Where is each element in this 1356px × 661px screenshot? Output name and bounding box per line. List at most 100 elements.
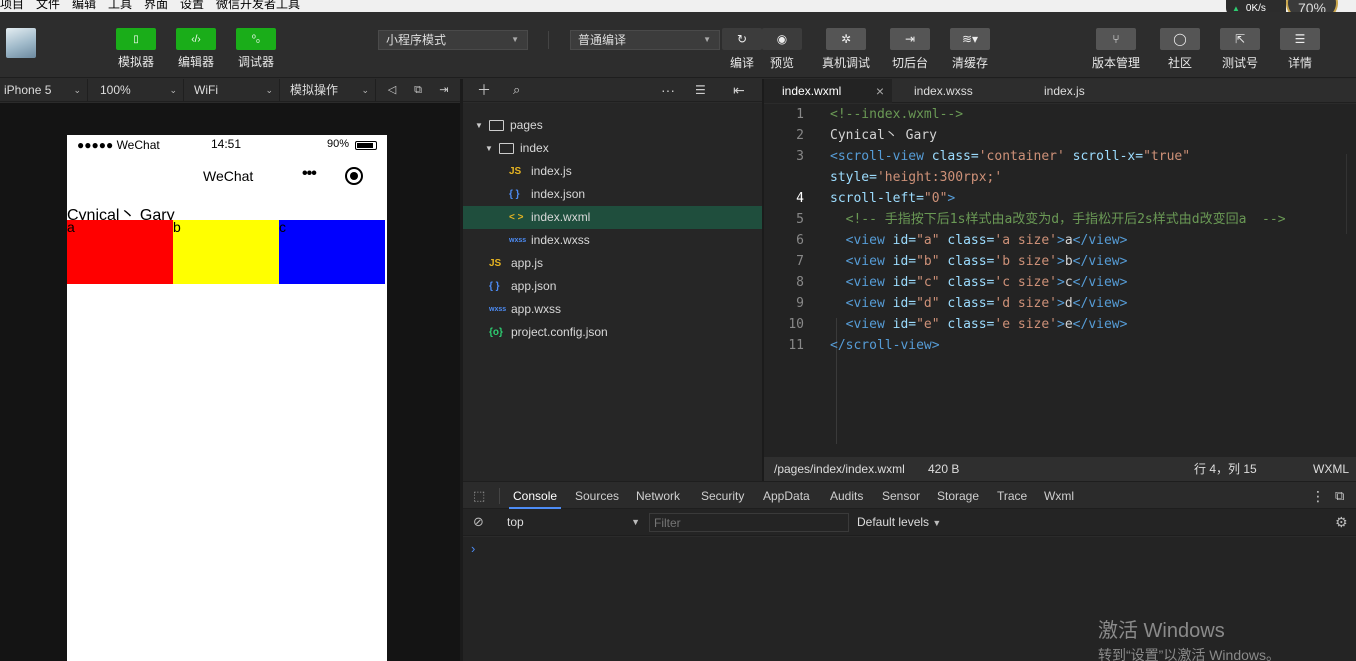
tab-index-js[interactable]: index.js: [1044, 79, 1144, 103]
file-path: /pages/index/index.wxml: [774, 462, 905, 476]
line-number: 4: [796, 191, 804, 206]
view-b[interactable]: b: [173, 220, 279, 284]
test-account-label[interactable]: 测试号: [1222, 54, 1258, 71]
view-a[interactable]: a: [67, 220, 173, 284]
chat-bubble-icon[interactable]: ◯: [1160, 28, 1200, 50]
network-select[interactable]: WiFi ⌄: [190, 79, 280, 102]
console-prompt-icon[interactable]: ›: [471, 541, 475, 556]
tab-index-wxml[interactable]: index.wxml ×: [764, 79, 892, 103]
tree-folder-index[interactable]: ▼ index: [463, 137, 762, 160]
tab-wxml[interactable]: Wxml: [1044, 482, 1074, 509]
menu-edit[interactable]: 编辑: [72, 0, 96, 11]
cursor-position[interactable]: 行 4，列 15: [1194, 457, 1257, 481]
code-editor[interactable]: 1 2 3 4 5 6 7 8 9 10 11 <!--index.wxml--…: [764, 104, 1356, 457]
community-label[interactable]: 社区: [1168, 54, 1192, 71]
menu-icon[interactable]: ☰: [1280, 28, 1320, 50]
simulator-button[interactable]: ▯ 模拟器: [116, 28, 156, 70]
wxml-file-icon: < >: [509, 212, 524, 223]
bug-icon[interactable]: ✲: [826, 28, 866, 50]
more-dots-icon[interactable]: •••: [302, 165, 317, 183]
close-capsule-icon[interactable]: [345, 167, 363, 185]
simulate-operation-select[interactable]: 模拟操作 ⌄: [286, 79, 376, 102]
more-vertical-icon[interactable]: ⋮: [1311, 482, 1325, 509]
phone-icon: ▯: [116, 28, 156, 50]
refresh-icon[interactable]: ↻: [722, 28, 762, 50]
more-icon[interactable]: ···: [661, 79, 675, 102]
gear-icon[interactable]: ⚙: [1335, 514, 1348, 531]
avatar[interactable]: [6, 28, 36, 58]
branch-icon[interactable]: ⑂: [1096, 28, 1136, 50]
remote-debug-label[interactable]: 真机调试: [822, 54, 870, 71]
tree-folder-pages[interactable]: ▼ pages: [463, 114, 762, 137]
background-label[interactable]: 切后台: [892, 54, 928, 71]
tab-network[interactable]: Network: [636, 482, 680, 509]
tab-console[interactable]: Console: [509, 482, 562, 509]
search-icon[interactable]: ⌕: [513, 79, 520, 102]
mode-select[interactable]: 小程序模式 ▼: [378, 30, 528, 50]
scroll-view[interactable]: a b c: [67, 220, 387, 284]
language-mode[interactable]: WXML: [1313, 457, 1349, 481]
tab-audits[interactable]: Audits: [830, 482, 863, 509]
switch-background-icon[interactable]: ⇥: [890, 28, 930, 50]
add-icon[interactable]: ＋: [477, 79, 491, 102]
layers-icon[interactable]: ≋▾: [950, 28, 990, 50]
view-c[interactable]: c: [279, 220, 385, 284]
tab-sources[interactable]: Sources: [575, 482, 619, 509]
code-line: <!--index.wxml-->: [830, 107, 964, 122]
device-select[interactable]: iPhone 5 ⌄: [0, 79, 88, 102]
line-gutter: 1 2 3 4 5 6 7 8 9 10 11: [764, 104, 810, 457]
menu-view[interactable]: 界面: [144, 0, 168, 11]
tree-file[interactable]: wxss app.wxss: [463, 298, 762, 321]
debugger-button[interactable]: ⁰₀ 调试器: [236, 28, 276, 70]
line-number: 1: [796, 107, 804, 122]
line-number: 9: [796, 296, 804, 311]
menu-wechat-devtools[interactable]: 微信开发者工具: [216, 0, 300, 11]
dock-icon[interactable]: ⧉: [1335, 482, 1344, 509]
tree-file[interactable]: JS app.js: [463, 252, 762, 275]
code-line: <view id="b" class='b size'>b</view>: [845, 254, 1128, 269]
tab-index-wxss[interactable]: index.wxss: [912, 79, 1032, 103]
version-label[interactable]: 版本管理: [1092, 54, 1140, 71]
menu-settings[interactable]: 设置: [180, 0, 204, 11]
tree-file[interactable]: {o} project.config.json: [463, 321, 762, 344]
tab-appdata[interactable]: AppData: [763, 482, 810, 509]
tree-file[interactable]: JS index.js: [463, 160, 762, 183]
zoom-select[interactable]: 100% ⌄: [96, 79, 184, 102]
menu-tools[interactable]: 工具: [108, 0, 132, 11]
tab-storage[interactable]: Storage: [937, 482, 979, 509]
tab-sensor[interactable]: Sensor: [882, 482, 920, 509]
explorer-toolbar: ＋ ⌕ ··· ☰ ⇤: [463, 79, 762, 102]
tab-trace[interactable]: Trace: [997, 482, 1027, 509]
log-levels-select[interactable]: Default levels ▼: [857, 509, 941, 536]
volume-icon[interactable]: ◁: [384, 79, 400, 102]
external-link-icon[interactable]: ⇱: [1220, 28, 1260, 50]
line-number: 5: [796, 212, 804, 227]
tree-file[interactable]: { } app.json: [463, 275, 762, 298]
tab-security[interactable]: Security: [701, 482, 744, 509]
clear-console-icon[interactable]: ⊘: [473, 514, 484, 530]
inspect-icon[interactable]: ⬚: [473, 482, 485, 509]
editor-button[interactable]: ‹/› 编辑器: [176, 28, 216, 70]
console-filter-input[interactable]: [649, 513, 849, 532]
clear-cache-label[interactable]: 清缓存: [952, 54, 988, 71]
preview-label[interactable]: 预览: [770, 54, 794, 71]
menu-file[interactable]: 文件: [36, 0, 60, 11]
tree-file[interactable]: { } index.json: [463, 183, 762, 206]
code-line: <view id="d" class='d size'>d</view>: [845, 296, 1128, 311]
toggle-panel-icon[interactable]: ⇤: [733, 79, 745, 102]
collapse-icon[interactable]: ☰: [695, 79, 706, 102]
menu-project[interactable]: 项目: [0, 0, 24, 11]
details-label[interactable]: 详情: [1288, 54, 1312, 71]
close-icon[interactable]: ×: [876, 79, 884, 103]
compile-mode-select[interactable]: 普通编译 ▼: [570, 30, 720, 50]
code-line: </scroll-view>: [830, 338, 940, 353]
tree-file[interactable]: wxss index.wxss: [463, 229, 762, 252]
context-select[interactable]: top ▼: [500, 509, 640, 536]
rotate-icon[interactable]: ⧉: [410, 79, 426, 102]
tree-file-active[interactable]: < > index.wxml: [463, 206, 762, 229]
line-number: 10: [788, 317, 804, 332]
detach-icon[interactable]: ⇥: [434, 79, 454, 102]
compile-label[interactable]: 编译: [730, 54, 754, 71]
editor-scrollbar[interactable]: [1346, 154, 1356, 234]
eye-icon[interactable]: ◉: [762, 28, 802, 50]
